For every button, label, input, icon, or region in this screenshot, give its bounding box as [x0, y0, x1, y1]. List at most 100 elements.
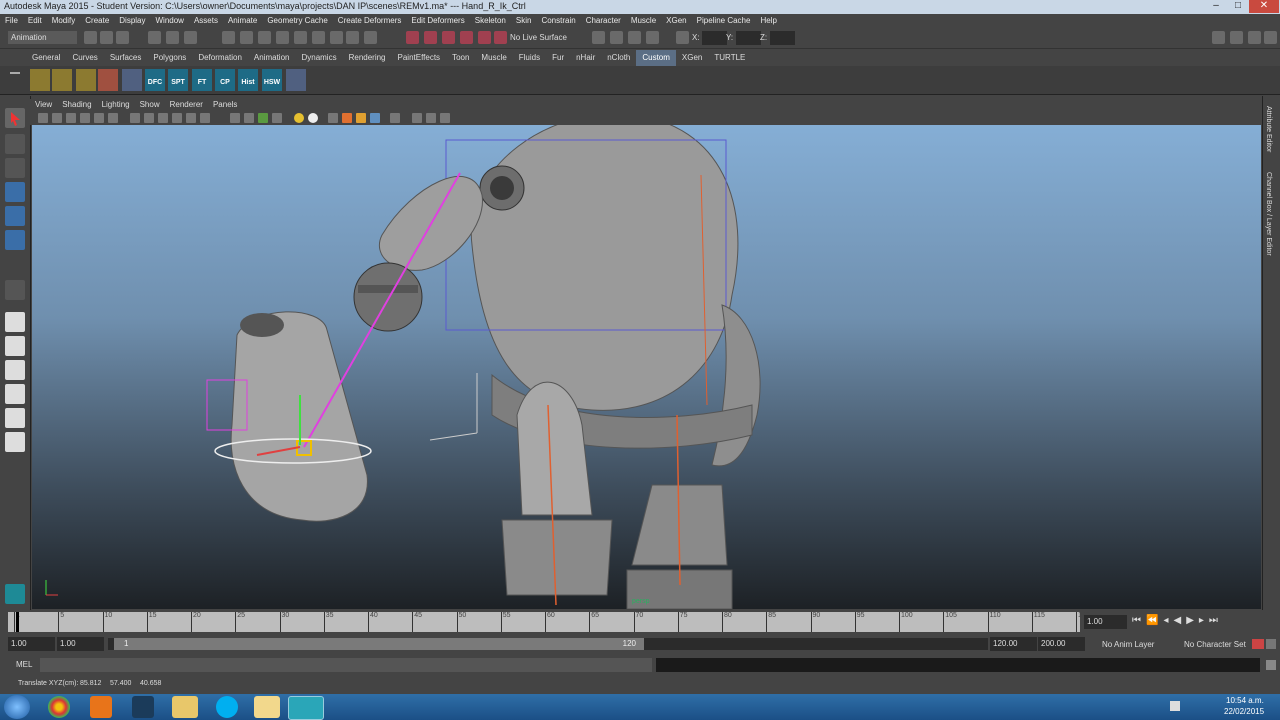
magnet-curve-icon[interactable] — [424, 31, 437, 44]
camera-select-icon[interactable] — [38, 113, 48, 123]
shelf-tab-polygons[interactable]: Polygons — [147, 50, 192, 66]
default-material-icon[interactable] — [308, 113, 318, 123]
image-plane-icon[interactable] — [80, 113, 90, 123]
xray-icon[interactable] — [244, 113, 254, 123]
ssao-icon[interactable] — [328, 113, 338, 123]
toggle-attribute-editor-icon[interactable] — [1230, 31, 1243, 44]
y-field[interactable] — [736, 31, 761, 45]
layout-four-icon[interactable] — [5, 336, 25, 356]
shelf-tab-painteffects[interactable]: PaintEffects — [392, 50, 447, 66]
shelf-tool-1-icon[interactable] — [30, 69, 50, 91]
steam-icon[interactable] — [132, 696, 154, 718]
anim-layer-dropdown[interactable]: No Anim Layer — [1102, 640, 1154, 649]
new-scene-icon[interactable] — [84, 31, 97, 44]
xray-joints-icon[interactable] — [258, 113, 268, 123]
shelf-tool-4-icon[interactable] — [98, 69, 118, 91]
bookmark-icon[interactable] — [66, 113, 76, 123]
menu-muscle[interactable]: Muscle — [626, 14, 661, 28]
panel-menu-view[interactable]: View — [30, 99, 57, 111]
menu-modify[interactable]: Modify — [47, 14, 81, 28]
shelf-tab-turtle[interactable]: TURTLE — [708, 50, 751, 66]
step-back-key-icon[interactable]: ⏪ — [1146, 615, 1163, 626]
layout-two-side-icon[interactable] — [5, 360, 25, 380]
tray-icons[interactable] — [1170, 701, 1180, 711]
preferences-icon[interactable] — [1266, 639, 1276, 649]
snap-curve-icon[interactable] — [240, 31, 253, 44]
shelf-tab-general[interactable]: General — [26, 50, 66, 66]
minimize-button[interactable]: – — [1205, 0, 1227, 13]
select-hierarchy-icon[interactable] — [148, 31, 161, 44]
menu-create[interactable]: Create — [80, 14, 114, 28]
depth-of-field-icon[interactable] — [370, 113, 380, 123]
shelf-tab-fur[interactable]: Fur — [546, 50, 570, 66]
shelf-cp-icon[interactable]: CP — [215, 69, 235, 91]
panel-menu-renderer[interactable]: Renderer — [165, 99, 208, 111]
current-frame-field[interactable]: 1.00 — [1084, 615, 1127, 629]
snap-plane-icon[interactable] — [276, 31, 289, 44]
hypershade-icon[interactable] — [330, 31, 343, 44]
robot-head[interactable] — [445, 125, 739, 411]
menuset-dropdown[interactable]: Animation — [8, 31, 77, 44]
menu-create-deformers[interactable]: Create Deformers — [333, 14, 407, 28]
textured-icon[interactable] — [172, 113, 182, 123]
step-forward-icon[interactable]: ▸ — [1199, 615, 1209, 626]
shelf-menu-icon[interactable] — [10, 72, 20, 74]
snap-grid-icon[interactable] — [222, 31, 235, 44]
menu-edit-deformers[interactable]: Edit Deformers — [406, 14, 469, 28]
shelf-tool-2-icon[interactable] — [52, 69, 72, 91]
auto-key-icon[interactable] — [1252, 639, 1264, 649]
start-button-icon[interactable] — [4, 695, 30, 719]
film-gate-icon[interactable] — [108, 113, 118, 123]
isolate-icon[interactable] — [230, 113, 240, 123]
ipr-render-icon[interactable] — [628, 31, 641, 44]
close-button[interactable]: ✕ — [1249, 0, 1279, 13]
wireframe-icon[interactable] — [130, 113, 140, 123]
chrome-icon[interactable] — [48, 696, 70, 718]
menu-animate[interactable]: Animate — [223, 14, 262, 28]
snap-point-icon[interactable] — [258, 31, 271, 44]
render-view-icon[interactable] — [592, 31, 605, 44]
shelf-spt-icon[interactable]: SPT — [168, 69, 188, 91]
panel-menu-lighting[interactable]: Lighting — [97, 99, 135, 111]
menu-window[interactable]: Window — [151, 14, 189, 28]
toggle-modeling-toolkit-icon[interactable] — [1212, 31, 1225, 44]
robot-front-foot[interactable] — [501, 519, 613, 596]
magnet-view-icon[interactable] — [460, 31, 473, 44]
attribute-editor-tab[interactable]: Attribute Editor — [1265, 106, 1272, 152]
menu-constrain[interactable]: Constrain — [536, 14, 580, 28]
camera-attr-icon[interactable] — [52, 113, 62, 123]
menu-xgen[interactable]: XGen — [661, 14, 691, 28]
grid-toggle-icon[interactable] — [94, 113, 104, 123]
shelf-tab-xgen[interactable]: XGen — [676, 50, 708, 66]
field-chart-icon[interactable] — [426, 113, 436, 123]
layout-single-icon[interactable] — [5, 312, 25, 332]
toggle-channel-box-icon[interactable] — [1264, 31, 1277, 44]
shelf-ft-icon[interactable]: FT — [192, 69, 212, 91]
shelf-tool-3-icon[interactable] — [76, 69, 96, 91]
maya-task-icon[interactable] — [288, 696, 324, 720]
select-component-icon[interactable] — [184, 31, 197, 44]
shelf-tab-fluids[interactable]: Fluids — [513, 50, 546, 66]
layout-two-stack-icon[interactable] — [5, 384, 25, 404]
layout-outliner-icon[interactable] — [5, 408, 25, 428]
robot-elbow-joint[interactable] — [353, 262, 423, 332]
go-to-start-icon[interactable]: ⏮ — [1132, 615, 1146, 626]
explorer-icon[interactable] — [172, 696, 198, 718]
perspective-viewport[interactable]: persp — [32, 125, 1261, 609]
multisample-icon[interactable] — [356, 113, 366, 123]
shelf-tool-5-icon[interactable] — [122, 69, 142, 91]
render-frame-icon[interactable] — [610, 31, 623, 44]
gate-mask-icon[interactable] — [412, 113, 422, 123]
range-bar[interactable]: 1 120 — [114, 638, 644, 650]
robot-ear[interactable] — [479, 165, 525, 211]
render-settings-icon[interactable] — [646, 31, 659, 44]
shelf-tab-custom[interactable]: Custom — [636, 50, 676, 66]
paint-select-icon[interactable] — [5, 158, 25, 178]
help-icon[interactable] — [346, 31, 359, 44]
skype-icon[interactable] — [216, 696, 238, 718]
resolution-gate-icon[interactable] — [390, 113, 400, 123]
shelf-dfc-icon[interactable]: DFC — [145, 69, 165, 91]
menu-pipeline-cache[interactable]: Pipeline Cache — [692, 14, 756, 28]
step-back-icon[interactable]: ◂ — [1163, 615, 1173, 626]
media-player-icon[interactable] — [90, 696, 112, 718]
